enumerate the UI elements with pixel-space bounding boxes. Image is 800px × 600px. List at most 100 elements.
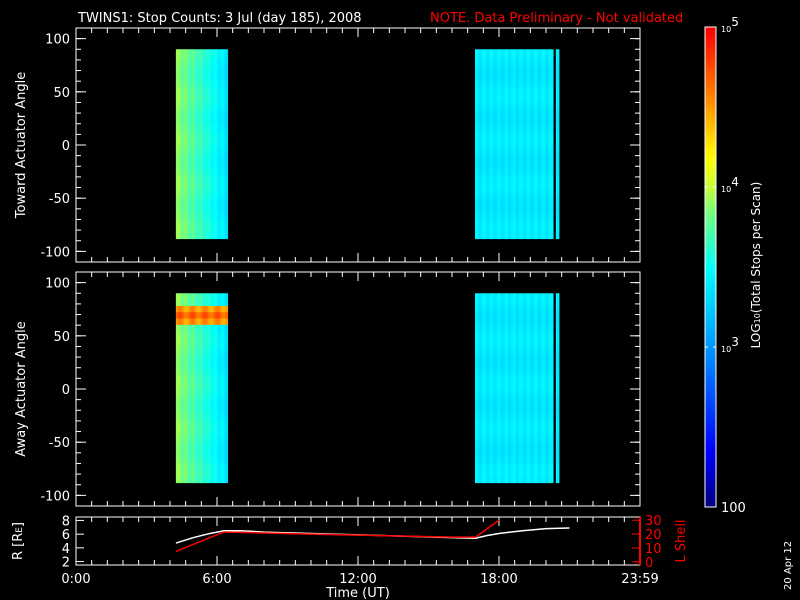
colorbar-segment	[705, 339, 716, 344]
colorbar-segment	[705, 487, 716, 492]
spectrogram-cell	[551, 169, 554, 176]
colorbar-segment	[705, 347, 716, 352]
colorbar-segment	[705, 359, 716, 364]
colorbar-segment	[705, 219, 716, 224]
colorbar-segment	[705, 55, 716, 60]
colorbar-segment	[705, 75, 716, 80]
spectrogram-cell	[225, 337, 229, 345]
spectrogram-cell	[551, 419, 554, 427]
spectrogram-cell	[551, 150, 554, 158]
colorbar-segment	[705, 231, 716, 236]
spectrogram-cell	[557, 49, 560, 57]
spectrogram-cell	[551, 457, 554, 465]
spectrogram-cell	[551, 156, 554, 164]
spectrogram-cell	[225, 143, 229, 151]
spectrogram-cell	[225, 55, 229, 63]
spectrogram-cell	[551, 331, 554, 338]
spectrogram-cell	[557, 175, 560, 183]
spectrogram-cell	[225, 318, 229, 326]
spectrogram-cell	[551, 87, 554, 94]
spectrogram-cell	[225, 200, 229, 208]
spectrogram-cell	[557, 137, 560, 145]
spectrogram-cell	[551, 232, 554, 240]
spectrogram-cell	[225, 61, 229, 69]
spectrogram-cell	[551, 387, 554, 395]
colorbar-segment	[705, 431, 716, 436]
colorbar-segment	[705, 411, 716, 416]
spectrogram-cell	[551, 99, 554, 107]
spectrogram-cell	[225, 413, 229, 420]
colorbar-segment	[705, 135, 716, 140]
colorbar-segment	[705, 111, 716, 116]
series-l-shell	[175, 519, 500, 553]
colorbar-segment	[705, 475, 716, 480]
y-axis-label: Away Actuator Angle	[14, 321, 29, 456]
colorbar-segment	[705, 143, 716, 148]
spectrogram-cell	[225, 419, 229, 427]
y-tick-label: 100	[45, 277, 70, 292]
spectrogram-cell	[225, 93, 229, 101]
spectrogram-cell	[557, 387, 560, 395]
colorbar-segment	[705, 35, 716, 40]
colorbar-segment	[705, 179, 716, 184]
spectrogram-cell	[557, 169, 560, 176]
spectrogram-cell	[557, 74, 560, 82]
spectrogram-cell	[225, 451, 229, 458]
spectrogram-cell	[225, 213, 229, 221]
spectrogram-cell	[557, 162, 560, 170]
spectrogram-cell	[551, 451, 554, 458]
colorbar-segment	[705, 159, 716, 164]
spectrogram-cell	[225, 457, 229, 465]
spectrogram-cell	[225, 131, 229, 139]
spectrogram-cell	[557, 87, 560, 94]
spectrogram-cell	[551, 106, 554, 113]
spectrogram-cell	[551, 350, 554, 357]
colorbar-segment	[705, 167, 716, 172]
colorbar-segment	[705, 479, 716, 484]
colorbar-segment	[705, 71, 716, 76]
spectrogram-cell	[551, 93, 554, 101]
spectrogram-cell	[225, 463, 229, 471]
colorbar-segment	[705, 311, 716, 316]
y-tick-label: -100	[40, 489, 70, 504]
y-tick-label: 0	[62, 383, 70, 398]
colorbar-segment	[705, 447, 716, 452]
spectrogram-cell	[557, 80, 560, 88]
colorbar-segment	[705, 467, 716, 472]
colorbar-segment	[705, 151, 716, 156]
spectrogram-cell	[225, 169, 229, 176]
spectrogram-cell	[551, 400, 554, 408]
spectrogram-cell	[551, 318, 554, 326]
spectrogram-cell	[551, 413, 554, 420]
spectrogram-cell	[225, 293, 229, 301]
colorbar-segment	[705, 271, 716, 276]
spectrogram-cell	[225, 175, 229, 183]
spectrogram-panel-1	[175, 49, 560, 240]
colorbar-segment	[705, 279, 716, 284]
spectrogram-cell	[551, 362, 554, 370]
spectrogram-cell	[557, 312, 560, 320]
spectrogram-cell	[557, 432, 560, 439]
spectrogram-cell	[551, 200, 554, 208]
colorbar-segment	[705, 31, 716, 36]
colorbar-segment	[705, 419, 716, 424]
y-tick-label: 50	[53, 330, 70, 345]
spectrogram-cell	[557, 131, 560, 139]
colorbar-segment	[705, 275, 716, 280]
colorbar-segment	[705, 211, 716, 216]
spectrogram-cell	[225, 125, 229, 132]
colorbar-segment	[705, 371, 716, 376]
spectrogram-cell	[551, 469, 554, 477]
spectrogram-cell	[557, 400, 560, 408]
spectrogram-cell	[557, 413, 560, 420]
colorbar-segment	[705, 243, 716, 248]
spectrogram-cell	[225, 394, 229, 402]
colorbar-segment	[705, 127, 716, 132]
colorbar-tick-label: 105	[721, 15, 739, 34]
spectrogram-cell	[225, 425, 229, 433]
spectrogram-cell	[551, 188, 554, 195]
spectrogram-cell	[557, 68, 560, 76]
spectrogram-cell	[225, 207, 229, 214]
spectrogram-cell	[557, 350, 560, 357]
colorbar-segment	[705, 327, 716, 332]
